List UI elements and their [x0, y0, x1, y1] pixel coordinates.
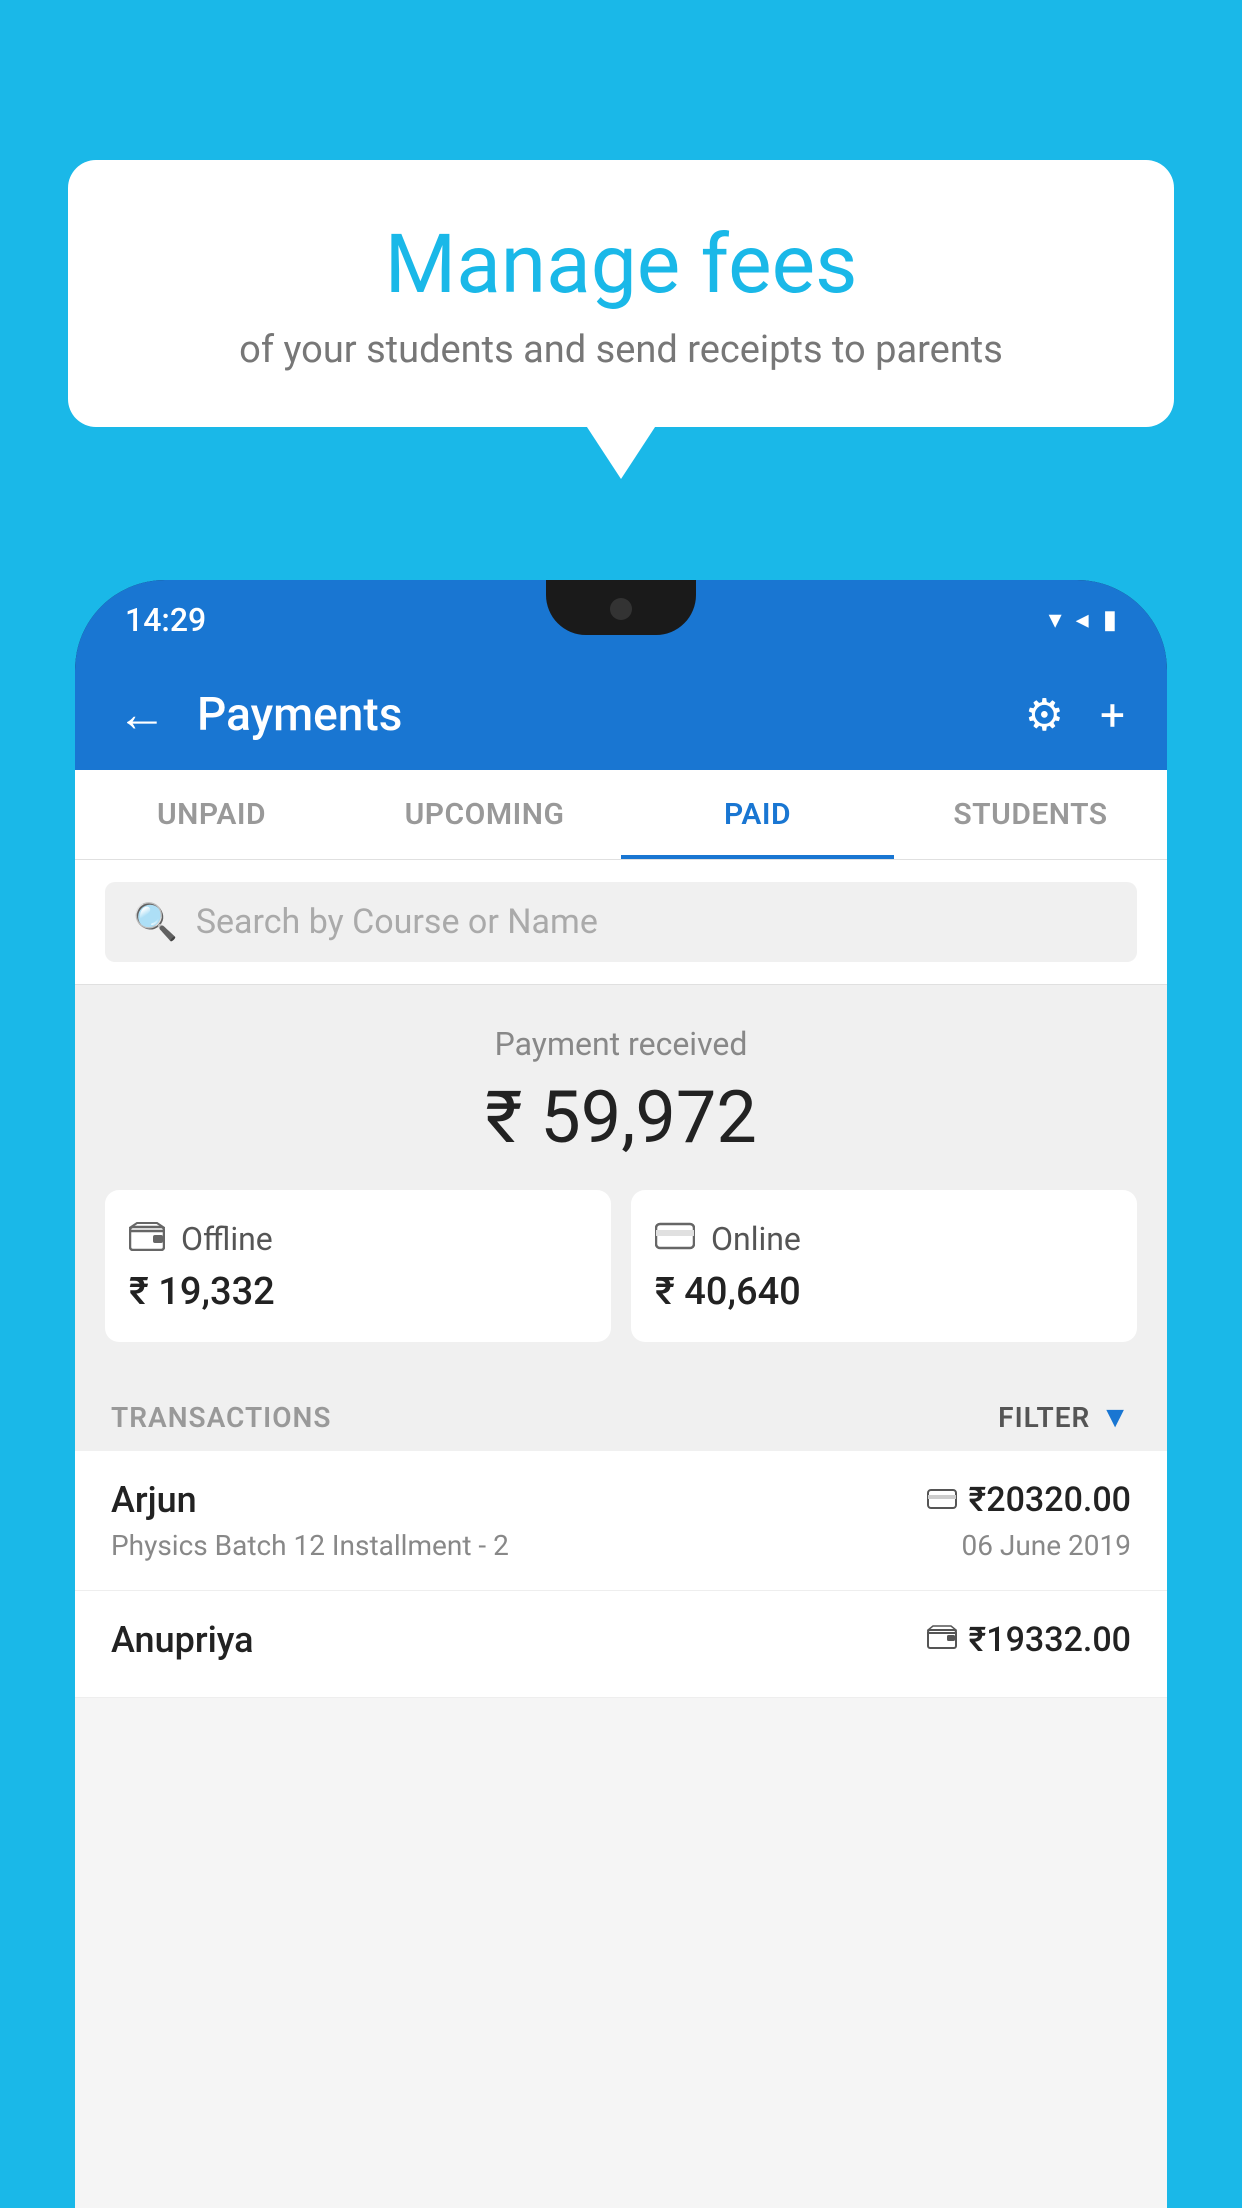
offline-amount: ₹ 19,332	[129, 1270, 587, 1314]
notch	[546, 580, 696, 635]
bubble-title: Manage fees	[118, 220, 1124, 310]
tab-unpaid[interactable]: UNPAID	[75, 770, 348, 859]
payment-received-label: Payment received	[105, 1025, 1137, 1063]
filter-button[interactable]: FILTER ▼	[998, 1400, 1131, 1435]
transaction-amount-row: ₹19332.00	[927, 1620, 1131, 1660]
online-label: Online	[711, 1220, 801, 1258]
search-input[interactable]: Search by Course or Name	[196, 902, 598, 942]
settings-button[interactable]: ⚙	[1025, 689, 1064, 741]
transaction-type-icon	[927, 1623, 957, 1658]
online-payment-card: Online ₹ 40,640	[631, 1190, 1137, 1342]
transaction-amount: ₹19332.00	[969, 1620, 1131, 1660]
transactions-header: TRANSACTIONS FILTER ▼	[75, 1372, 1167, 1451]
transaction-item[interactable]: Anupriya ₹19332.00	[75, 1591, 1167, 1698]
page-title: Payments	[197, 688, 995, 742]
search-icon: 🔍	[133, 901, 178, 943]
transaction-course: Physics Batch 12 Installment - 2	[111, 1529, 509, 1562]
battery-icon: ▮	[1103, 605, 1117, 635]
filter-icon: ▼	[1100, 1400, 1131, 1435]
status-icons: ▾ ◂ ▮	[1049, 605, 1117, 635]
online-icon	[655, 1218, 695, 1260]
payment-summary: Payment received ₹ 59,972	[75, 985, 1167, 1372]
offline-payment-card: Offline ₹ 19,332	[105, 1190, 611, 1342]
add-button[interactable]: +	[1100, 689, 1125, 741]
transaction-list: Arjun ₹20320.00 Physics Batch 12	[75, 1451, 1167, 1698]
offline-icon	[129, 1218, 165, 1260]
offline-label: Offline	[181, 1220, 273, 1258]
search-container: 🔍 Search by Course or Name	[75, 860, 1167, 985]
tab-students[interactable]: STUDENTS	[894, 770, 1167, 859]
signal-icon: ◂	[1076, 605, 1089, 635]
transaction-amount: ₹20320.00	[969, 1480, 1131, 1520]
online-amount: ₹ 40,640	[655, 1270, 1113, 1314]
transaction-date: 06 June 2019	[961, 1529, 1131, 1562]
back-button[interactable]: ←	[117, 690, 167, 740]
tabs: UNPAID UPCOMING PAID STUDENTS	[75, 770, 1167, 860]
speech-bubble: Manage fees of your students and send re…	[68, 160, 1174, 427]
payment-total-amount: ₹ 59,972	[105, 1075, 1137, 1160]
status-time: 14:29	[125, 601, 206, 639]
transactions-label: TRANSACTIONS	[111, 1401, 331, 1434]
transaction-item[interactable]: Arjun ₹20320.00 Physics Batch 12	[75, 1451, 1167, 1591]
transaction-name: Arjun	[111, 1479, 197, 1521]
payment-cards: Offline ₹ 19,332 Online	[105, 1190, 1137, 1342]
tab-upcoming[interactable]: UPCOMING	[348, 770, 621, 859]
phone-screen: UNPAID UPCOMING PAID STUDENTS 🔍 Search b…	[75, 770, 1167, 2208]
transaction-amount-row: ₹20320.00	[927, 1480, 1131, 1520]
filter-label: FILTER	[998, 1401, 1090, 1434]
wifi-icon: ▾	[1049, 605, 1062, 635]
phone-frame: 14:29 ▾ ◂ ▮ ← Payments ⚙ + UNPAID UPCOMI…	[75, 580, 1167, 2208]
header-actions: ⚙ +	[1025, 689, 1125, 741]
status-bar: 14:29 ▾ ◂ ▮	[75, 580, 1167, 660]
bubble-subtitle: of your students and send receipts to pa…	[118, 328, 1124, 372]
transaction-name: Anupriya	[111, 1619, 254, 1661]
app-header: ← Payments ⚙ +	[75, 660, 1167, 770]
transaction-type-icon	[927, 1483, 957, 1518]
search-bar[interactable]: 🔍 Search by Course or Name	[105, 882, 1137, 962]
camera	[610, 598, 632, 620]
tab-paid[interactable]: PAID	[621, 770, 894, 859]
